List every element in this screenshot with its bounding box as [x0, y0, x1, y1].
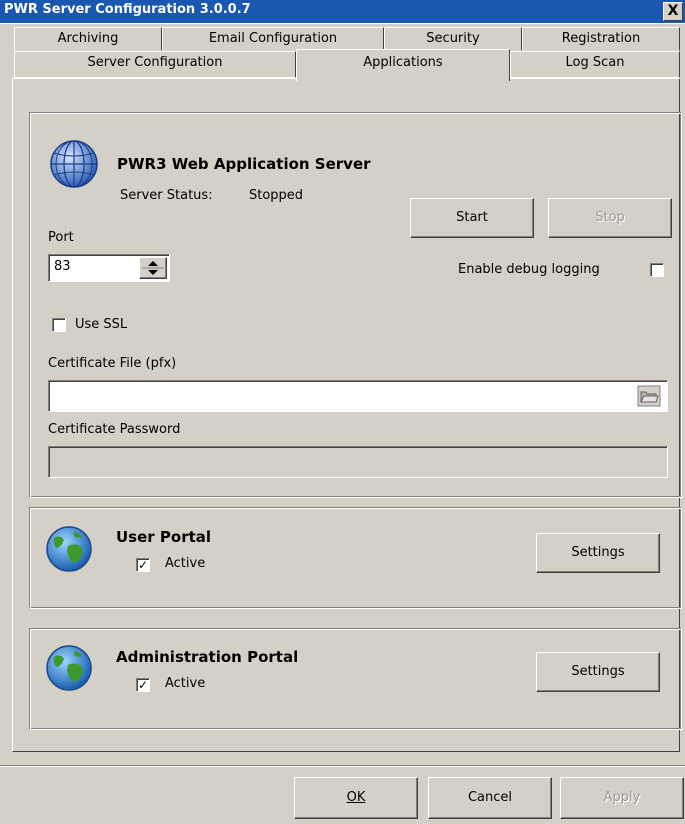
tab-security[interactable]: Security: [384, 27, 522, 51]
tab-applications[interactable]: Applications: [296, 49, 510, 81]
globe-wireframe-icon: [48, 138, 100, 190]
user-portal-active-checkbox[interactable]: ✓: [136, 558, 150, 572]
port-stepper[interactable]: 83: [48, 254, 170, 282]
certificate-password-input[interactable]: [48, 446, 668, 478]
certificate-file-label: Certificate File (pfx): [48, 356, 177, 371]
admin-portal-settings-button[interactable]: Settings: [536, 652, 660, 692]
folder-open-icon[interactable]: [637, 385, 661, 407]
window-title: PWR Server Configuration 3.0.0.7: [4, 2, 251, 17]
server-status-label: Server Status:: [120, 188, 213, 203]
tab-page-top-edge-left: [12, 78, 296, 79]
use-ssl-checkbox[interactable]: [52, 318, 66, 332]
tab-page-top-edge-right: [510, 78, 680, 79]
web-server-title: PWR3 Web Application Server: [117, 155, 371, 173]
footer-separator: [0, 765, 685, 767]
stop-button[interactable]: Stop: [548, 198, 672, 238]
title-bar: PWR Server Configuration 3.0.0.7 X: [0, 0, 685, 24]
admin-portal-title: Administration Portal: [116, 648, 299, 666]
certificate-file-input[interactable]: [48, 380, 668, 412]
user-portal-settings-button[interactable]: Settings: [536, 533, 660, 573]
user-portal-title: User Portal: [116, 528, 212, 546]
certificate-password-label: Certificate Password: [48, 422, 181, 437]
tab-registration[interactable]: Registration: [522, 27, 680, 51]
start-button[interactable]: Start: [410, 198, 534, 238]
port-value: 83: [54, 259, 71, 274]
tab-email-configuration[interactable]: Email Configuration: [162, 27, 384, 51]
ok-button[interactable]: OK: [294, 777, 418, 819]
use-ssl-label: Use SSL: [75, 317, 128, 332]
cancel-button[interactable]: Cancel: [428, 777, 552, 819]
debug-logging-checkbox[interactable]: [650, 263, 664, 277]
earth-globe-icon: [44, 643, 94, 693]
apply-button[interactable]: Apply: [560, 777, 684, 819]
tab-log-scan[interactable]: Log Scan: [510, 51, 680, 78]
admin-portal-active-checkbox[interactable]: ✓: [136, 678, 150, 692]
admin-portal-active-label: Active: [165, 676, 206, 691]
earth-globe-icon: [44, 524, 94, 574]
tab-archiving[interactable]: Archiving: [14, 27, 162, 51]
spinner-arrows-icon[interactable]: [139, 257, 167, 279]
close-button[interactable]: X: [663, 2, 683, 21]
user-portal-active-label: Active: [165, 556, 206, 571]
server-status-value: Stopped: [249, 188, 304, 203]
port-label: Port: [48, 230, 74, 245]
tab-server-configuration[interactable]: Server Configuration: [14, 51, 296, 78]
debug-logging-label: Enable debug logging: [458, 262, 600, 277]
